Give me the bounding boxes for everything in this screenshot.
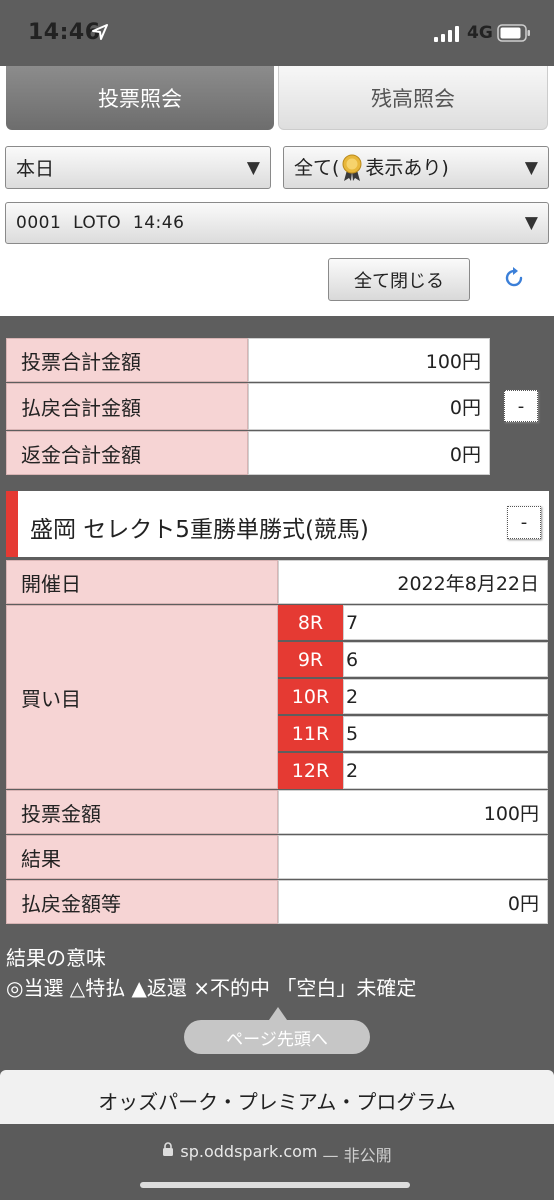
tab-vote-inquiry[interactable]: 投票照会 — [6, 66, 274, 130]
filter-prefix: 全て( — [294, 156, 340, 179]
day-select[interactable]: 本日 ▼ — [5, 146, 271, 189]
battery-icon — [497, 24, 530, 42]
premium-program-link[interactable]: オッズパーク・プレミアム・プログラム — [0, 1070, 554, 1130]
legend-title: 結果の意味 — [6, 946, 106, 970]
total-refund-label: 返金合計金額 — [6, 431, 248, 475]
total-payout-label: 払戻合計金額 — [6, 383, 248, 430]
total-vote-label: 投票合計金額 — [6, 338, 248, 382]
filter-select[interactable]: 全て( 表示あり) ▼ — [283, 146, 549, 189]
result-label: 結果 — [6, 835, 278, 879]
page-top-button[interactable]: ページ先頭へ — [184, 1020, 370, 1054]
pick-race-badge: 10R — [278, 679, 343, 714]
picks-label: 買い目 — [6, 605, 278, 789]
race-date-label: 開催日 — [6, 560, 278, 604]
ticket-select-value: 0001 LOTO 14:46 — [16, 213, 185, 233]
pick-value: 2 — [343, 753, 548, 789]
summary-collapse-button[interactable]: - — [504, 390, 538, 422]
pick-value: 7 — [343, 605, 548, 640]
legend-text: ◎当選 △特払 ▲返還 ×不的中 「空白」未確定 — [6, 976, 417, 1000]
pick-race-badge: 8R — [278, 605, 343, 640]
lock-icon — [163, 1142, 174, 1156]
location-arrow-icon — [92, 24, 108, 40]
signal-icon — [434, 26, 459, 42]
filter-select-value: 全て( 表示あり) — [294, 153, 449, 183]
close-all-button[interactable]: 全て閉じる — [328, 258, 470, 301]
pick-race-badge: 9R — [278, 642, 343, 677]
pick-value: 2 — [343, 679, 548, 714]
total-payout-value: 0円 — [248, 383, 490, 430]
url-domain: sp.oddspark.com — [180, 1142, 318, 1161]
pick-race-badge: 12R — [278, 753, 343, 789]
pick-value: 5 — [343, 716, 548, 751]
pick-value: 6 — [343, 642, 548, 677]
race-header-accent — [6, 491, 18, 557]
status-time: 14:46 — [28, 20, 101, 45]
race-collapse-button[interactable]: - — [507, 506, 541, 539]
tab-balance-inquiry[interactable]: 残高照会 — [278, 66, 548, 130]
payout-amount-value: 0円 — [278, 880, 548, 924]
vote-amount-value: 100円 — [278, 790, 548, 834]
filter-suffix: 表示あり) — [365, 156, 449, 179]
race-date-value: 2022年8月22日 — [278, 560, 548, 604]
dropdown-arrow-icon: ▼ — [524, 157, 538, 178]
url-privacy: — 非公開 — [322, 1146, 392, 1165]
payout-amount-label: 払戻金額等 — [6, 880, 278, 924]
refresh-icon[interactable] — [501, 265, 527, 291]
ticket-select[interactable]: 0001 LOTO 14:46 ▼ — [5, 202, 549, 244]
browser-url-bar[interactable]: sp.oddspark.com — 非公開 — [0, 1124, 554, 1200]
dropdown-arrow-icon: ▼ — [246, 157, 260, 178]
pick-race-badge: 11R — [278, 716, 343, 751]
race-title: 盛岡 セレクト5重勝単勝式(競馬) — [30, 517, 369, 543]
medal-icon — [342, 154, 362, 182]
total-vote-value: 100円 — [248, 338, 490, 382]
total-refund-value: 0円 — [248, 431, 490, 475]
home-indicator — [140, 1182, 410, 1188]
dropdown-arrow-icon: ▼ — [524, 213, 538, 233]
result-value — [278, 835, 548, 879]
vote-amount-label: 投票金額 — [6, 790, 278, 834]
day-select-value: 本日 — [16, 158, 55, 180]
page-top-arrow-icon — [269, 1007, 287, 1020]
network-type: 4G — [467, 23, 493, 43]
